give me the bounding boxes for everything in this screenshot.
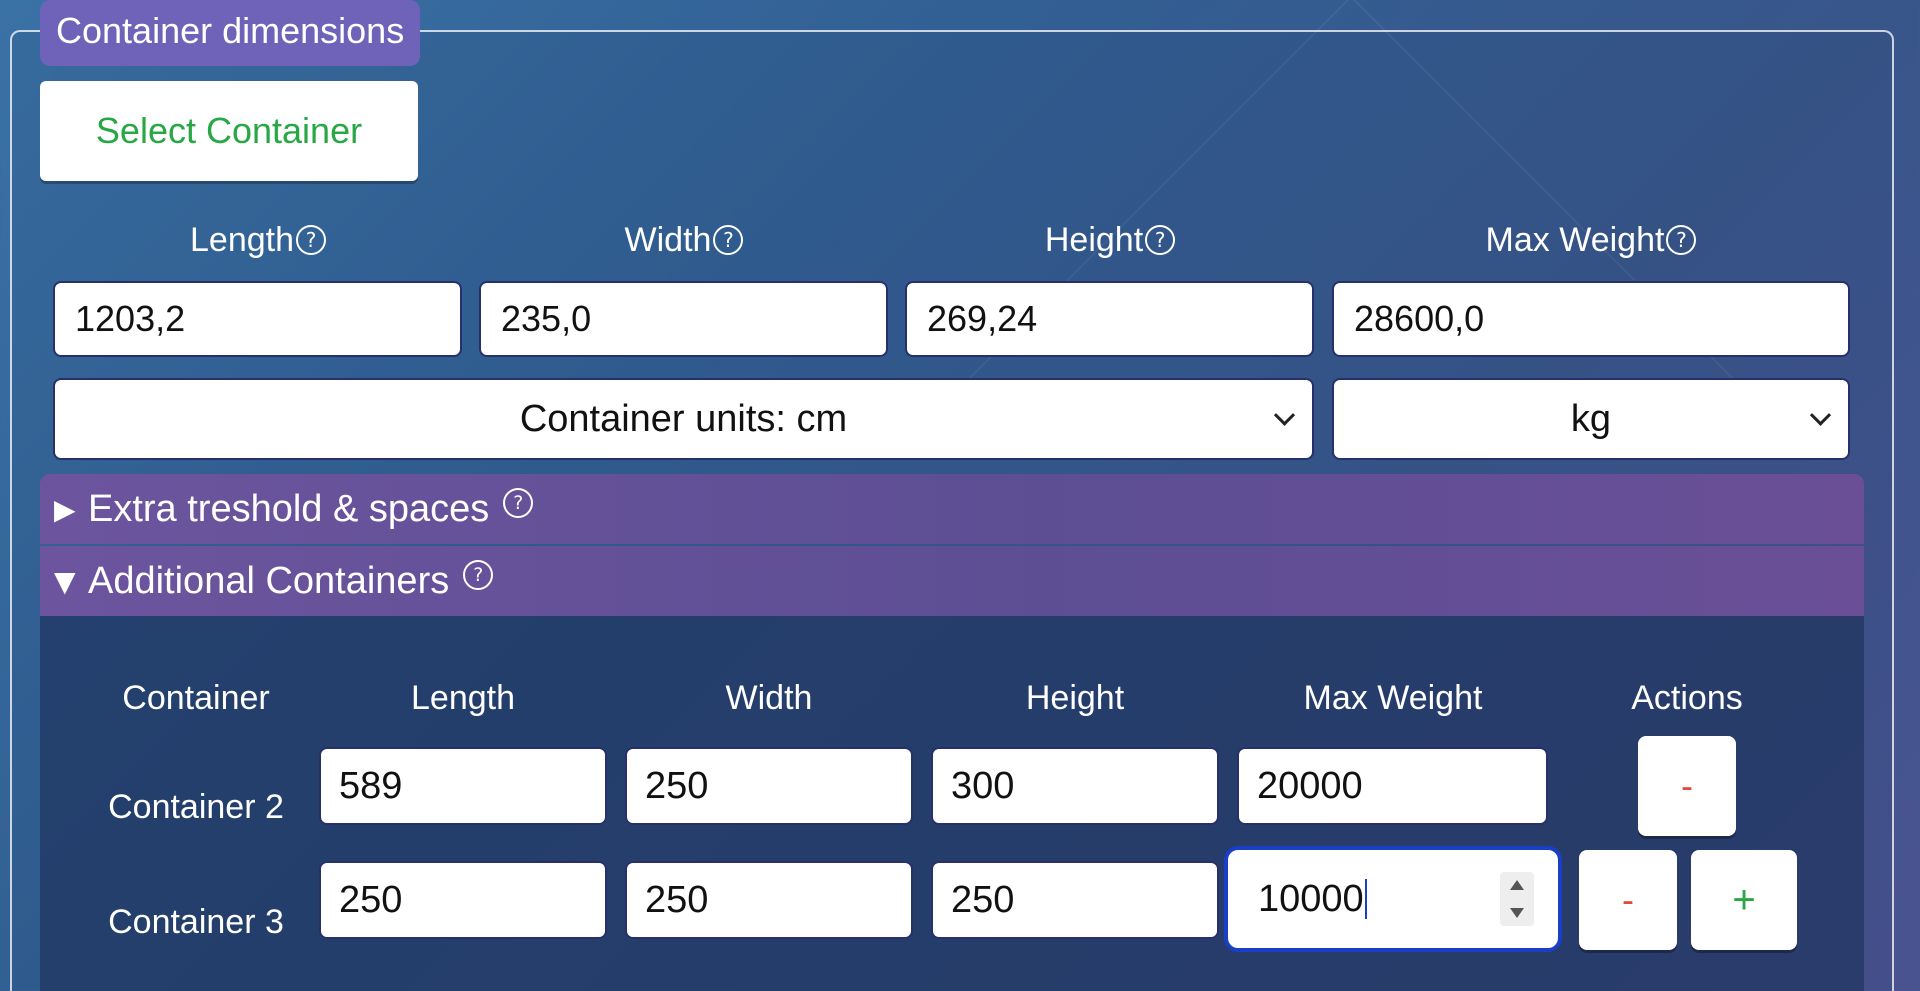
accordion-title: Extra treshold & spaces — [88, 487, 490, 530]
help-icon[interactable]: ? — [713, 225, 744, 255]
text-caret — [1364, 879, 1367, 919]
container-units-select[interactable]: Container units: cm — [53, 378, 1314, 460]
container-2-width-input[interactable]: 250 — [625, 747, 913, 825]
length-label: Length? — [54, 218, 462, 262]
row-label-container-3: Container 3 — [108, 903, 284, 941]
help-icon[interactable]: ? — [296, 225, 326, 255]
chevron-down-icon — [1273, 404, 1296, 426]
help-icon[interactable]: ? — [503, 488, 534, 518]
container-3-max-weight-input[interactable]: 10000 — [1224, 846, 1562, 952]
accordion-extra-threshold[interactable]: ▶ Extra treshold & spaces ? — [40, 474, 1864, 544]
column-header-width: Width — [725, 679, 813, 717]
number-spinner[interactable] — [1500, 872, 1534, 926]
container-2-max-weight-input[interactable]: 20000 — [1237, 747, 1548, 825]
remove-container-3-button[interactable]: - — [1579, 850, 1677, 950]
column-header-length: Length — [411, 679, 515, 717]
column-header-height: Height — [1025, 679, 1125, 717]
height-label: Height? — [906, 218, 1314, 262]
accordion-additional-containers[interactable]: ▼ Additional Containers ? — [40, 546, 1864, 616]
triangle-down-icon: ▼ — [54, 564, 76, 598]
max-weight-input[interactable]: 28600,0 — [1332, 281, 1850, 357]
accordion-title: Additional Containers — [88, 559, 450, 602]
add-container-button[interactable]: + — [1691, 850, 1797, 950]
triangle-right-icon: ▶ — [54, 492, 76, 526]
section-legend: Container dimensions — [40, 0, 421, 66]
column-header-max-weight: Max Weight — [1303, 679, 1483, 717]
width-input[interactable]: 235,0 — [479, 281, 888, 357]
help-icon[interactable]: ? — [1145, 225, 1176, 255]
container-2-length-input[interactable]: 589 — [319, 747, 607, 825]
remove-container-2-button[interactable]: - — [1638, 736, 1736, 836]
help-icon[interactable]: ? — [1666, 225, 1697, 255]
height-input[interactable]: 269,24 — [905, 281, 1314, 357]
max-weight-label: Max Weight? — [1334, 218, 1848, 262]
weight-unit-select[interactable]: kg — [1332, 378, 1850, 460]
spinner-down-icon[interactable] — [1510, 908, 1524, 918]
help-icon[interactable]: ? — [463, 560, 494, 590]
container-2-height-input[interactable]: 300 — [931, 747, 1219, 825]
select-container-button[interactable]: Select Container — [40, 81, 418, 181]
container-3-length-input[interactable]: 250 — [319, 861, 607, 939]
column-header-actions: Actions — [1631, 679, 1743, 717]
length-input[interactable]: 1203,2 — [53, 281, 462, 357]
spinner-up-icon[interactable] — [1510, 880, 1524, 890]
column-header-container: Container — [122, 679, 270, 717]
row-label-container-2: Container 2 — [108, 788, 284, 826]
container-3-height-input[interactable]: 250 — [931, 861, 1219, 939]
container-3-width-input[interactable]: 250 — [625, 861, 913, 939]
chevron-down-icon — [1809, 404, 1832, 426]
width-label: Width? — [480, 218, 888, 262]
